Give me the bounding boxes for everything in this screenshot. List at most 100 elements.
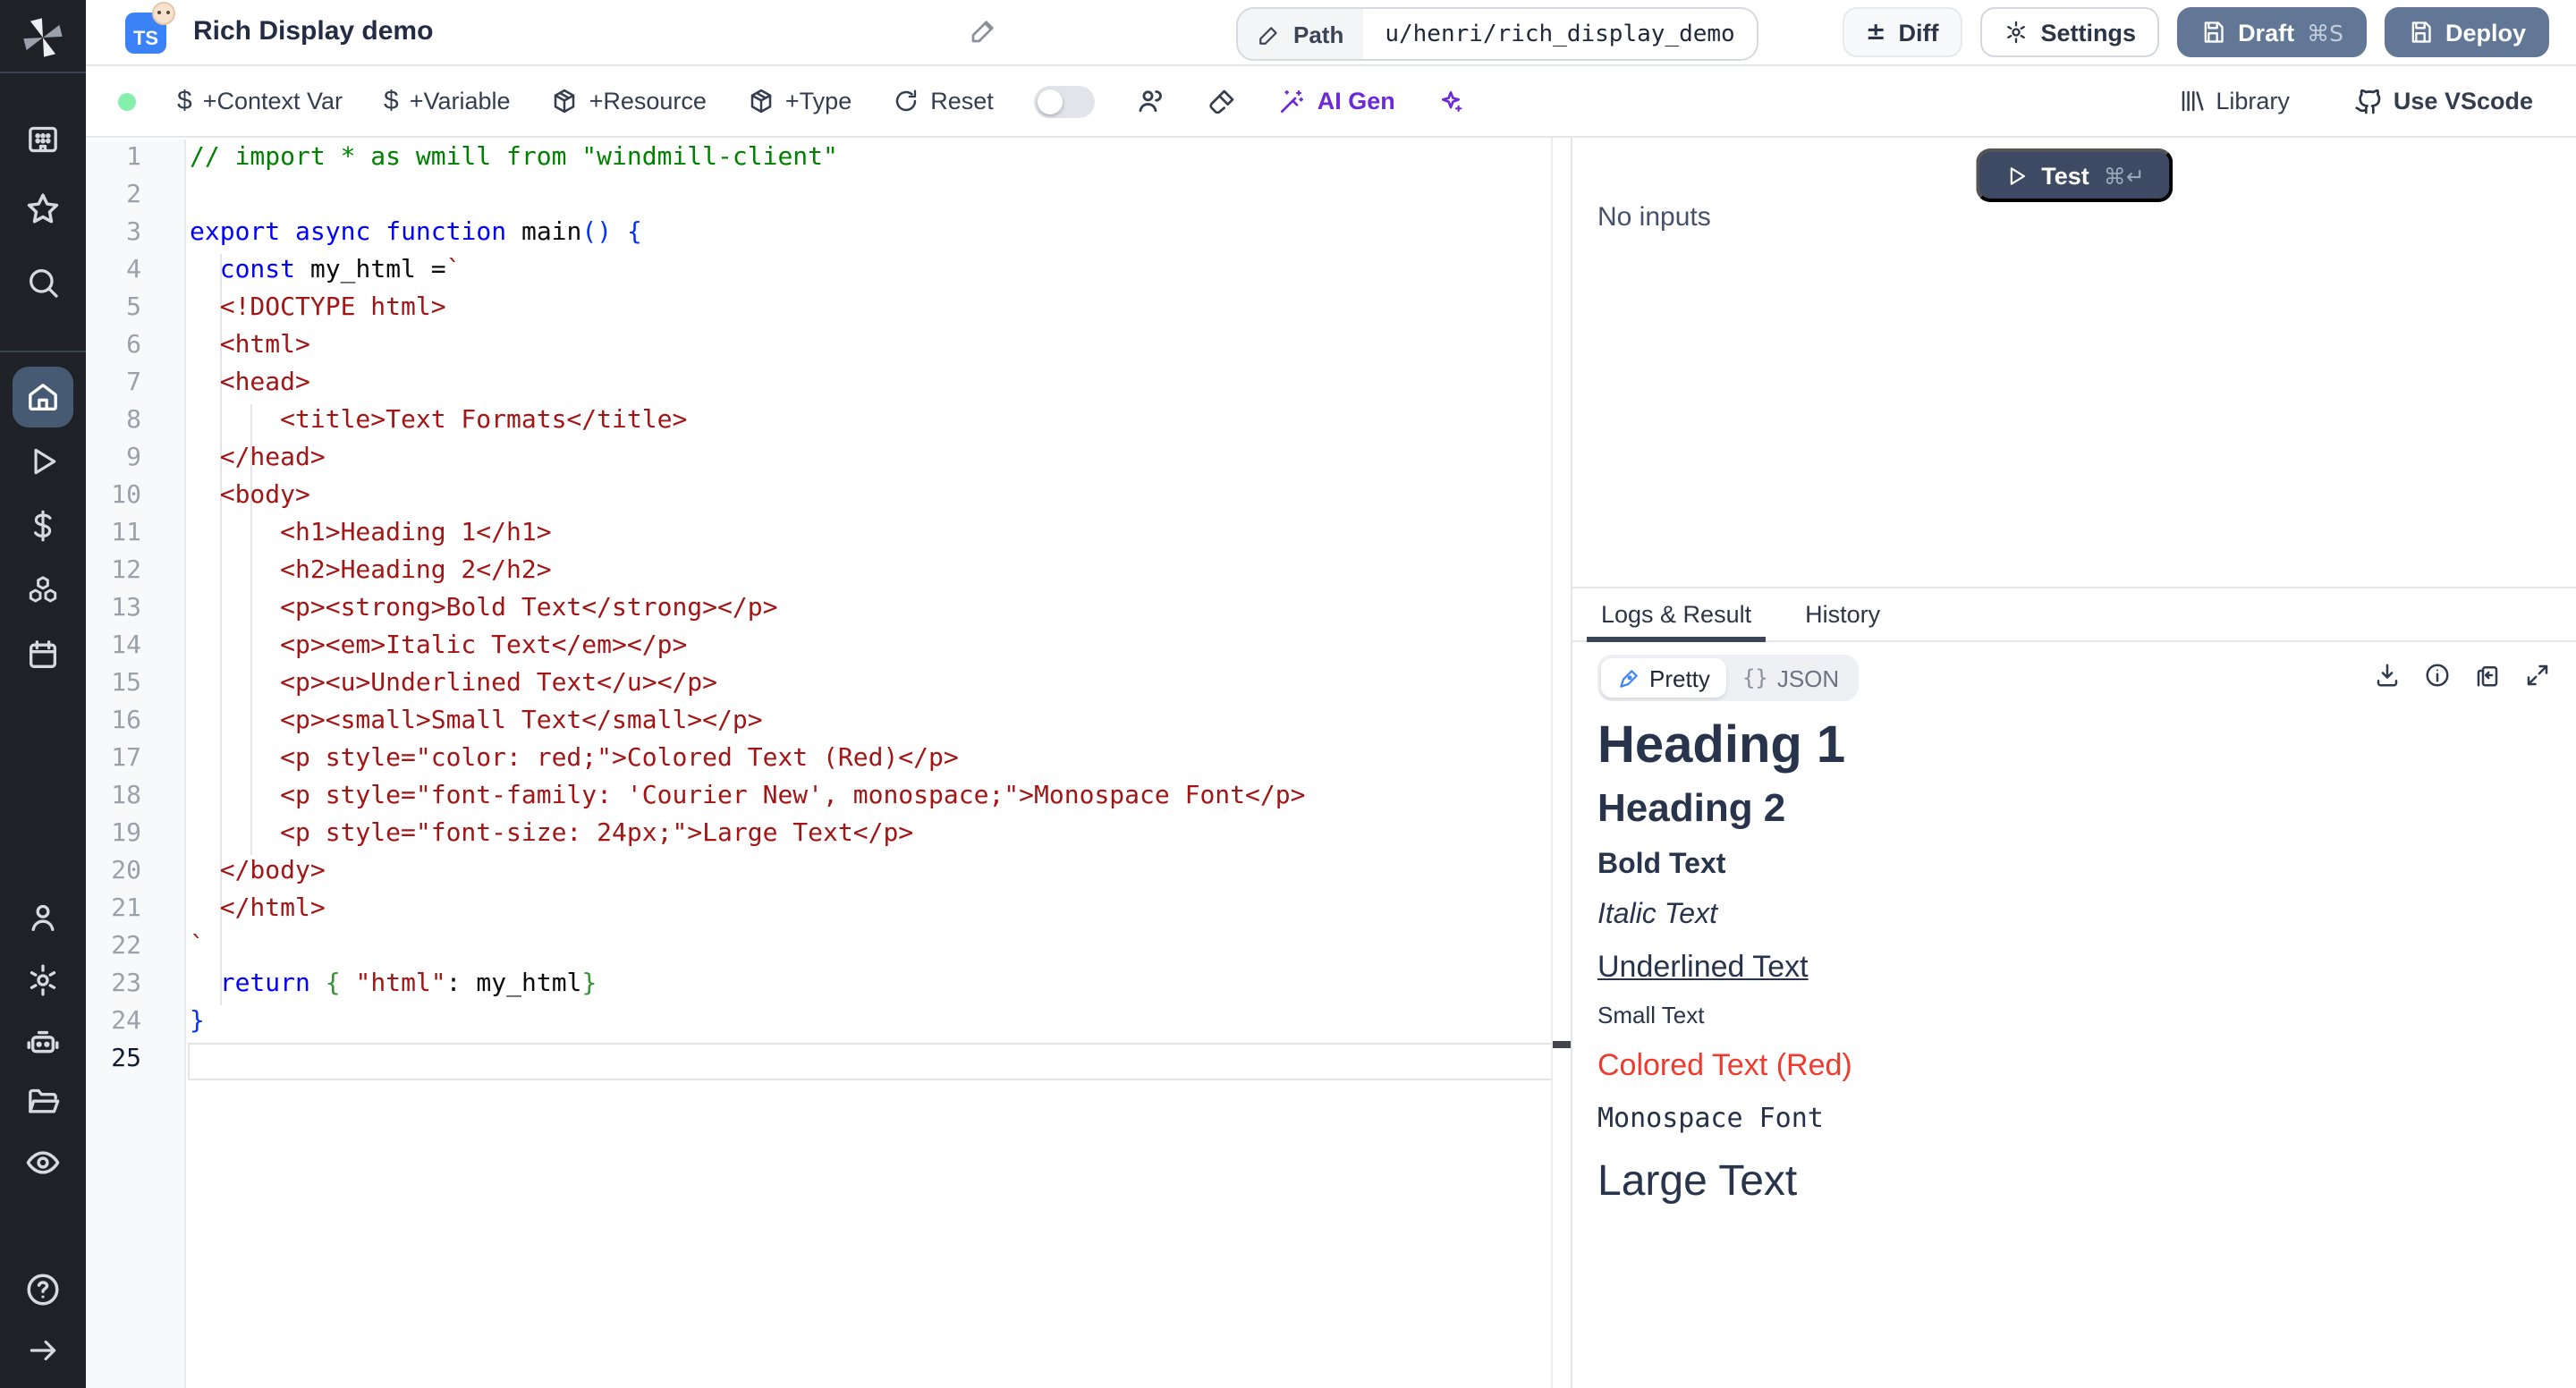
right-panel: Test ⌘↵ No inputs Logs & Result History P… (1571, 138, 2576, 1388)
download-icon[interactable] (2374, 662, 2401, 689)
line-number: 22 (86, 928, 184, 966)
code-line[interactable]: <p style="font-family: 'Courier New', mo… (190, 778, 1553, 816)
sidebar-divider (0, 351, 86, 352)
save-icon (2200, 20, 2225, 45)
status-dot (118, 92, 136, 110)
code-line[interactable]: export async function main() { (190, 215, 1553, 252)
path-value[interactable]: u/henri/rich_display_demo (1363, 9, 1756, 59)
line-number: 16 (86, 703, 184, 741)
code-line[interactable]: <body> (190, 478, 1553, 515)
audit-eye-icon[interactable] (24, 1144, 62, 1181)
add-variable-button[interactable]: $ +Variable (384, 86, 511, 116)
variables-dollar-icon[interactable] (26, 509, 60, 543)
view-json-button[interactable]: {}JSON (1726, 658, 1855, 698)
user-icon[interactable] (25, 900, 61, 935)
code-lines[interactable]: // import * as wmill from "windmill-clie… (190, 140, 1553, 1079)
use-vscode-button[interactable]: Use VScode (2354, 87, 2533, 115)
code-line[interactable]: // import * as wmill from "windmill-clie… (190, 140, 1553, 177)
line-number: 15 (86, 665, 184, 703)
draft-button[interactable]: Draft ⌘S (2177, 7, 2367, 57)
settings-gear-icon[interactable] (25, 962, 61, 998)
code-line[interactable]: <p style="color: red;">Colored Text (Red… (190, 741, 1553, 778)
code-line[interactable]: ` (190, 928, 1553, 966)
settings-button[interactable]: Settings (1980, 7, 2160, 57)
code-line[interactable]: </html> (190, 891, 1553, 928)
users-icon[interactable] (1137, 86, 1167, 116)
test-runner-section: Test ⌘↵ No inputs (1572, 138, 2576, 588)
apps-icon[interactable] (25, 122, 61, 157)
code-line[interactable]: <p><em>Italic Text</em></p> (190, 628, 1553, 665)
help-icon[interactable] (24, 1271, 62, 1308)
info-icon[interactable] (2424, 662, 2451, 689)
code-line[interactable]: <h1>Heading 1</h1> (190, 515, 1553, 553)
code-line[interactable]: <p><u>Underlined Text</u></p> (190, 665, 1553, 703)
line-number: 24 (86, 1003, 184, 1041)
format-brush-icon[interactable] (1208, 87, 1237, 115)
code-line[interactable]: const my_html =` (190, 252, 1553, 290)
code-line[interactable]: </body> (190, 853, 1553, 891)
gear-icon (2004, 20, 2029, 45)
path-field[interactable]: Path u/henri/rich_display_demo (1236, 7, 1758, 61)
line-number: 13 (86, 590, 184, 628)
result-h2: Heading 2 (1597, 785, 2576, 832)
magic-wand-icon (1278, 87, 1307, 115)
windmill-logo-icon[interactable] (20, 14, 66, 61)
folders-icon[interactable] (25, 1084, 61, 1120)
runs-play-icon[interactable] (26, 444, 60, 478)
view-toggle: Pretty{}JSON (1597, 655, 1859, 701)
line-number: 18 (86, 778, 184, 816)
code-line[interactable]: <head> (190, 365, 1553, 402)
line-number: 4 (86, 252, 184, 290)
code-line[interactable]: </head> (190, 440, 1553, 478)
copy-result-icon[interactable] (2474, 662, 2501, 689)
tab-logs-result[interactable]: Logs & Result (1597, 588, 1755, 640)
resources-cubes-icon[interactable] (25, 572, 61, 608)
sparkles-icon[interactable] (1436, 87, 1465, 115)
tab-history[interactable]: History (1801, 588, 1884, 640)
code-line[interactable]: <h2>Heading 2</h2> (190, 553, 1553, 590)
add-context-var-button[interactable]: $ +Context Var (177, 86, 343, 116)
code-line[interactable]: <p><small>Small Text</small></p> (190, 703, 1553, 741)
test-button[interactable]: Test ⌘↵ (1975, 148, 2174, 202)
deploy-button[interactable]: Deploy (2385, 7, 2549, 57)
search-icon[interactable] (25, 265, 61, 300)
code-line[interactable] (190, 1041, 1553, 1079)
code-line[interactable]: } (190, 1003, 1553, 1041)
code-line[interactable]: <title>Text Formats</title> (190, 402, 1553, 440)
line-number: 9 (86, 440, 184, 478)
code-editor[interactable]: 1234567891011121314151617181920212223242… (86, 138, 1571, 1388)
draft-shortcut: ⌘S (2307, 19, 2343, 46)
view-pretty-button[interactable]: Pretty (1601, 658, 1726, 698)
workers-robot-icon[interactable] (24, 1024, 62, 1062)
reset-button[interactable]: Reset (893, 88, 994, 114)
github-icon (2354, 87, 2383, 115)
code-line[interactable]: <p><strong>Bold Text</strong></p> (190, 590, 1553, 628)
schedules-calendar-icon[interactable] (25, 637, 61, 673)
library-button[interactable]: Library (2178, 88, 2290, 114)
diff-button[interactable]: ± Diff (1843, 7, 1962, 57)
collab-toggle[interactable] (1035, 85, 1096, 117)
line-number: 23 (86, 966, 184, 1003)
home-icon[interactable] (25, 379, 61, 415)
expand-icon[interactable] (2524, 662, 2551, 689)
code-line[interactable]: return { "html": my_html} (190, 966, 1553, 1003)
code-line[interactable] (190, 177, 1553, 215)
line-number: 11 (86, 515, 184, 553)
ai-gen-button[interactable]: AI Gen (1278, 87, 1395, 115)
favorites-star-icon[interactable] (24, 190, 62, 228)
line-number: 19 (86, 816, 184, 853)
dollar-icon: $ (384, 86, 399, 116)
edit-summary-pencil-icon[interactable] (970, 16, 998, 54)
overview-ruler (1551, 138, 1571, 1388)
code-line[interactable]: <p style="font-size: 24px;">Large Text</… (190, 816, 1553, 853)
code-line[interactable]: <html> (190, 327, 1553, 365)
add-type-button[interactable]: +Type (748, 88, 852, 114)
code-line[interactable]: <!DOCTYPE html> (190, 290, 1553, 327)
expand-sidebar-arrow-icon[interactable] (26, 1333, 60, 1367)
line-number: 8 (86, 402, 184, 440)
result-bold: Bold Text (1597, 850, 2576, 882)
line-number: 3 (86, 215, 184, 252)
line-number: 10 (86, 478, 184, 515)
cursor-ruler-mark (1553, 1041, 1571, 1048)
add-resource-button[interactable]: +Resource (552, 88, 707, 114)
